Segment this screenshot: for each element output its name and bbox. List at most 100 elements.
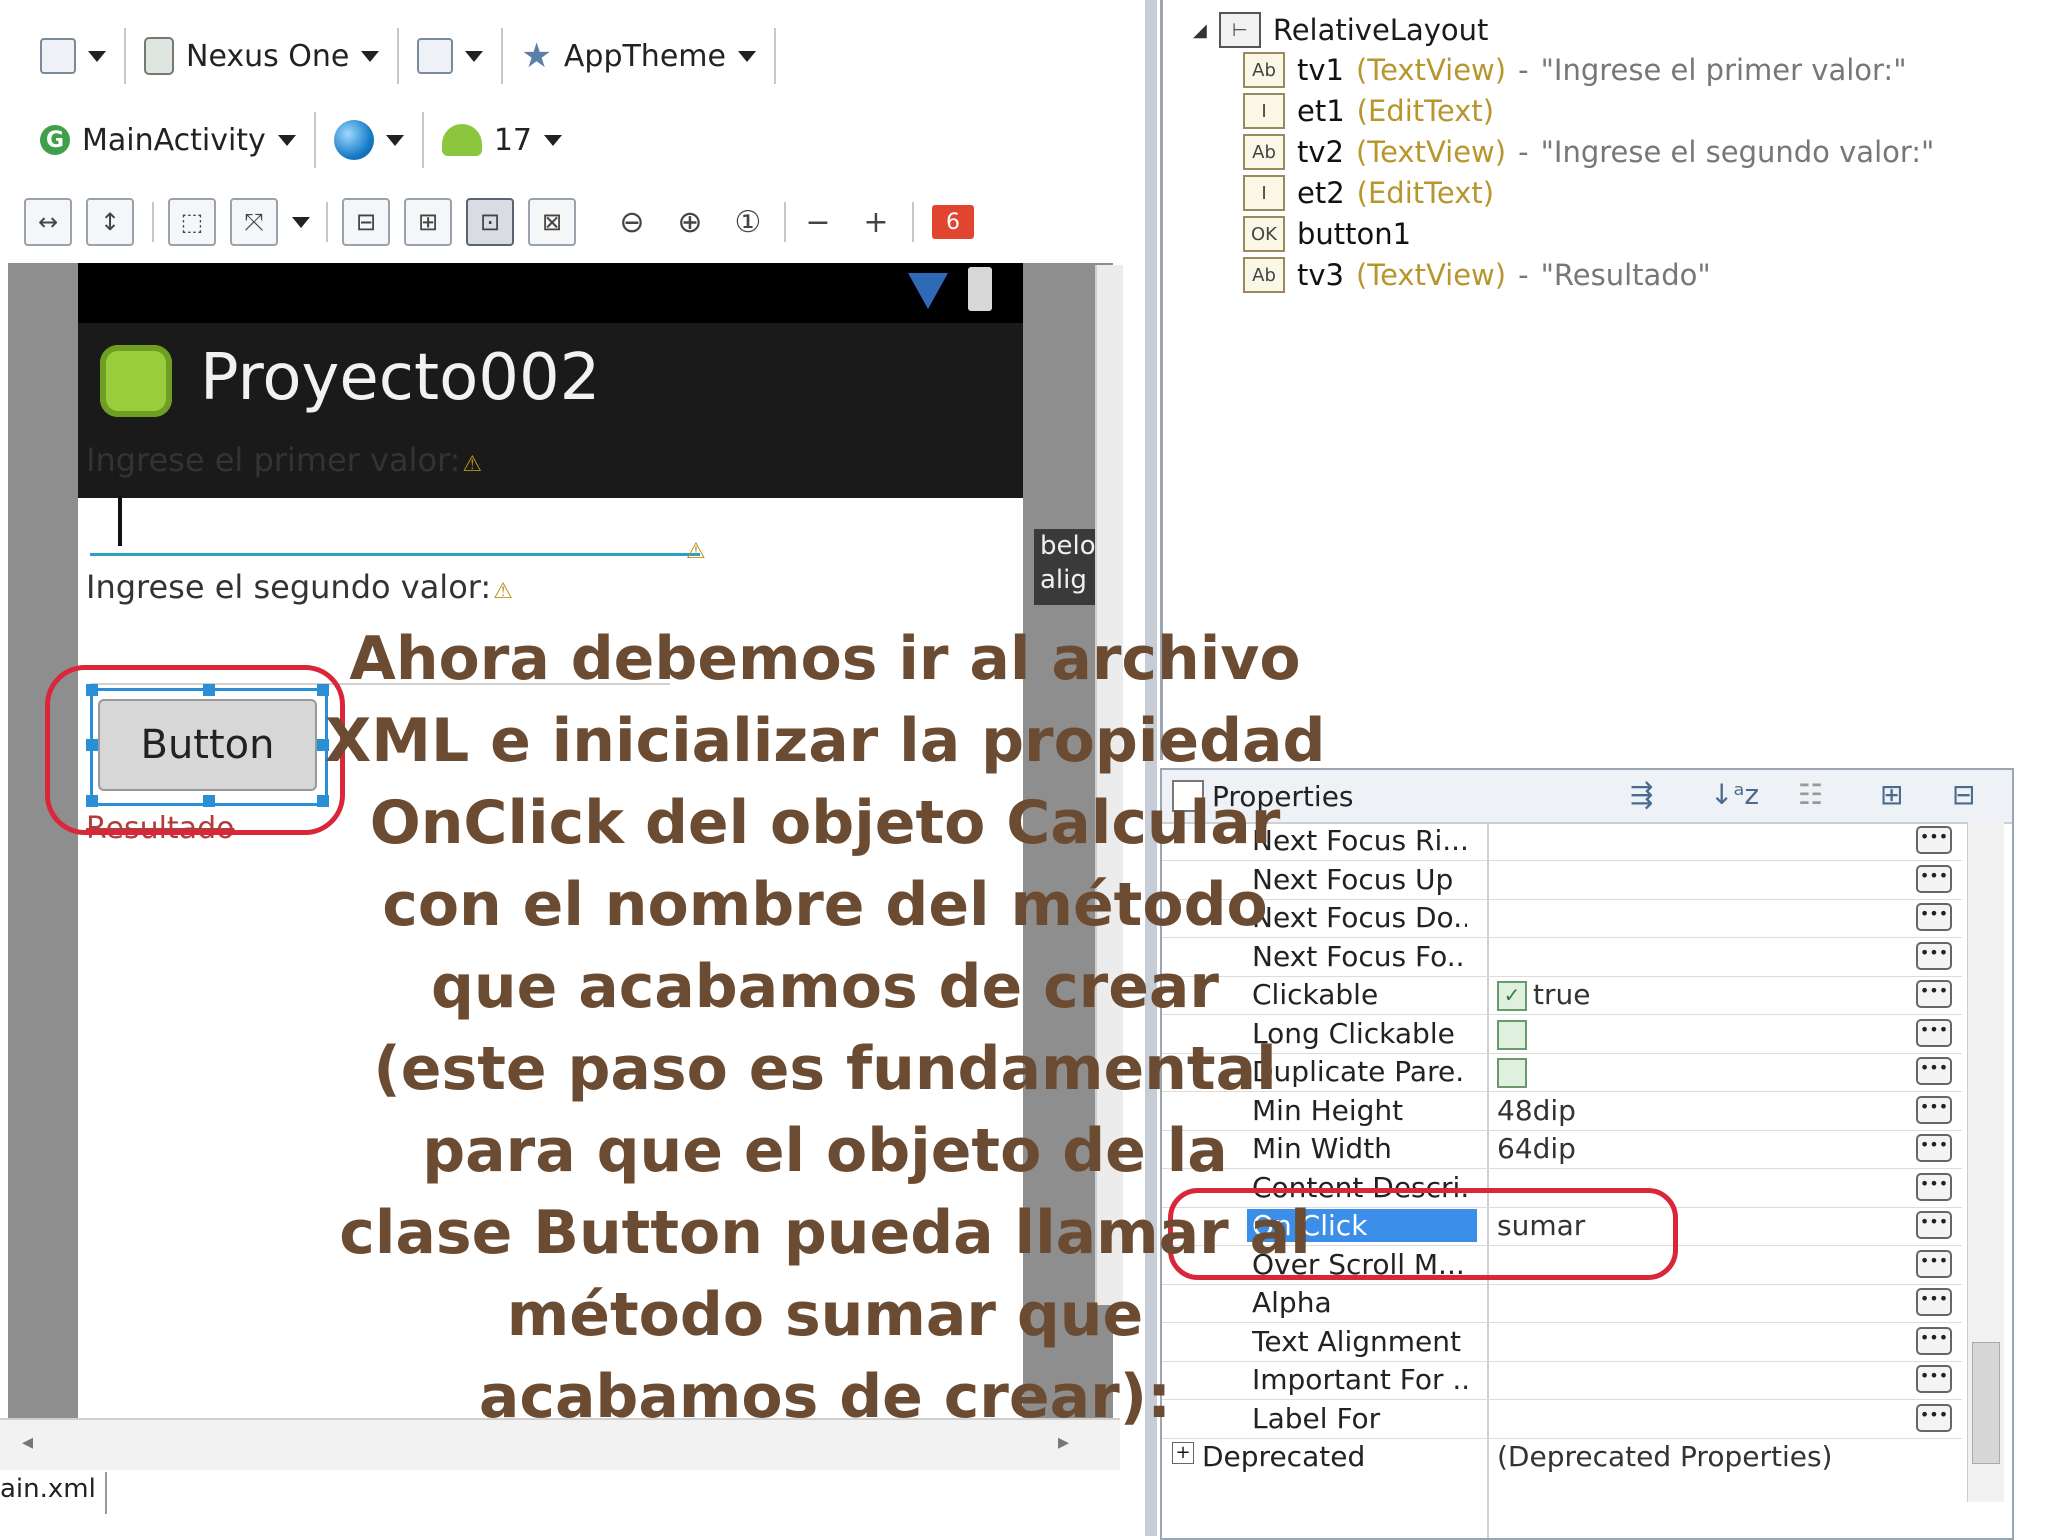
outline-item-type: (EditText) bbox=[1356, 94, 1495, 128]
orientation-dropdown[interactable] bbox=[417, 38, 484, 74]
deprecated-row[interactable]: + Deprecated (Deprecated Properties) bbox=[1162, 1438, 1962, 1476]
caption-line: con el nombre del método bbox=[382, 870, 1268, 940]
device-label: Nexus One bbox=[186, 38, 350, 74]
zoom-100-icon[interactable]: ① bbox=[726, 200, 770, 244]
fill-height-icon[interactable]: ↕ bbox=[86, 198, 134, 246]
scrollbar-thumb[interactable] bbox=[1972, 1342, 2000, 1464]
edit-text-1[interactable] bbox=[90, 553, 700, 556]
expand-all-icon[interactable]: ⊞ bbox=[1880, 778, 1903, 811]
outline-item-tv3[interactable]: Ab tv3 (TextView) - "Resultado" bbox=[1243, 257, 1711, 293]
more-icon[interactable]: ••• bbox=[1916, 1288, 1952, 1316]
rotate-icon bbox=[417, 38, 454, 74]
activity-dropdown[interactable]: G MainActivity bbox=[40, 123, 296, 158]
more-icon[interactable]: ••• bbox=[1916, 1326, 1952, 1355]
more-icon[interactable]: ••• bbox=[1916, 864, 1952, 893]
chevron-down-icon[interactable] bbox=[292, 216, 310, 228]
zoom-in-icon[interactable]: + bbox=[854, 200, 898, 244]
collapse-all-icon[interactable]: ⊟ bbox=[1952, 778, 1975, 811]
advanced-icon[interactable]: ☷ bbox=[1798, 778, 1823, 811]
caption-line: para que el objeto de la bbox=[422, 1116, 1228, 1186]
more-icon[interactable]: ••• bbox=[1916, 826, 1952, 854]
checkbox-icon[interactable] bbox=[1497, 1019, 1527, 1050]
more-icon[interactable]: ••• bbox=[1916, 941, 1952, 970]
config-dropdown[interactable] bbox=[40, 38, 106, 74]
more-icon[interactable]: ••• bbox=[1916, 1134, 1952, 1162]
warning-icon: ⚠ bbox=[686, 539, 706, 564]
toolbar-separator bbox=[421, 112, 424, 168]
more-icon[interactable]: ••• bbox=[1916, 1018, 1952, 1047]
collapse-arrow-icon[interactable]: ◢ bbox=[1193, 20, 1207, 41]
more-icon[interactable]: ••• bbox=[1916, 980, 1952, 1008]
outline-item-id: et1 bbox=[1297, 94, 1345, 128]
globe-icon bbox=[333, 120, 374, 160]
align-center-icon[interactable]: ⊞ bbox=[404, 198, 452, 246]
caption-line: Ahora debemos ir al archivo bbox=[349, 624, 1301, 694]
checkbox-checked-icon[interactable]: ✓ bbox=[1497, 981, 1527, 1011]
locale-dropdown[interactable] bbox=[333, 120, 404, 160]
caption-line: XML e inicializar la propiedad bbox=[325, 706, 1326, 776]
structure-icon[interactable]: ⊠ bbox=[528, 198, 576, 246]
property-value[interactable]: ✓ true bbox=[1497, 978, 1590, 1011]
toolbar-separator bbox=[773, 28, 776, 84]
caption-line: OnClick del objeto Calcular bbox=[369, 788, 1281, 858]
outline-item-et1[interactable]: Iet1 (EditText) bbox=[1243, 93, 1518, 129]
more-icon[interactable]: ••• bbox=[1916, 1095, 1952, 1124]
caption-line: acabamos de crear): bbox=[478, 1362, 1172, 1432]
filter-icon[interactable]: ⇶ bbox=[1630, 778, 1653, 811]
toolbar-separator bbox=[313, 112, 316, 168]
expand-icon[interactable]: + bbox=[1172, 1442, 1194, 1464]
activity-label: MainActivity bbox=[82, 122, 266, 158]
more-icon[interactable]: ••• bbox=[1916, 1057, 1952, 1085]
zoom-real-icon[interactable]: ⊕ bbox=[668, 200, 712, 244]
label-segundo-valor[interactable]: Ingrese el segundo valor:⚠ bbox=[86, 568, 513, 606]
property-value[interactable]: 48dip bbox=[1497, 1094, 1576, 1127]
more-icon[interactable]: ••• bbox=[1916, 1211, 1952, 1239]
outline-root[interactable]: ◢ ⊢ RelativeLayout bbox=[1193, 12, 1488, 48]
outline-item-separator: - bbox=[1518, 258, 1529, 292]
outline-item-et2[interactable]: Iet2 (EditText) bbox=[1243, 175, 1518, 211]
device-dropdown[interactable]: Nexus One bbox=[144, 37, 380, 75]
resize-icon[interactable]: ⤧ bbox=[230, 198, 278, 246]
layout-icon: ⊢ bbox=[1218, 12, 1261, 48]
label-primer-valor[interactable]: Ingrese el primer valor:⚠ bbox=[86, 441, 482, 479]
outline-item-separator: - bbox=[1518, 135, 1529, 169]
align-baseline-icon[interactable]: ⊟ bbox=[342, 198, 390, 246]
more-icon[interactable]: ••• bbox=[1916, 1249, 1952, 1278]
outline-item-id: et2 bbox=[1297, 176, 1345, 210]
outline-item-text: "Resultado" bbox=[1540, 258, 1711, 292]
outline-item-tv1[interactable]: Ab tv1 (TextView) - "Ingrese el primer valor… bbox=[1243, 52, 1907, 88]
app-title: Proyecto002 bbox=[200, 341, 601, 415]
star-icon: ★ bbox=[521, 36, 552, 76]
theme-dropdown[interactable]: ★ AppTheme bbox=[521, 36, 756, 76]
zoom-fit-icon[interactable]: ⊖ bbox=[610, 200, 654, 244]
margins-icon[interactable]: ⬚ bbox=[168, 198, 216, 246]
phone-icon bbox=[144, 37, 174, 75]
checkbox-icon[interactable] bbox=[1497, 1058, 1527, 1088]
more-icon[interactable]: ••• bbox=[1916, 1403, 1952, 1432]
highlight-ring-button bbox=[45, 665, 345, 835]
property-value[interactable] bbox=[1497, 1017, 1533, 1050]
more-icon[interactable]: ••• bbox=[1916, 903, 1952, 931]
android-icon bbox=[441, 124, 482, 156]
property-value[interactable]: 64dip bbox=[1497, 1132, 1576, 1165]
more-icon[interactable]: ••• bbox=[1916, 1172, 1952, 1201]
toolbar-separator bbox=[124, 28, 126, 84]
file-tab[interactable]: ain.xml bbox=[0, 1472, 107, 1514]
properties-scrollbar[interactable] bbox=[1967, 822, 2004, 1502]
zoom-out-icon[interactable]: − bbox=[796, 200, 840, 244]
outline-item-type: (TextView) bbox=[1355, 53, 1507, 87]
outline-item-button1[interactable]: OK button1 bbox=[1243, 216, 1447, 252]
layout-icon[interactable]: ⊡ bbox=[466, 198, 514, 246]
widget-icon: I bbox=[1243, 175, 1285, 211]
more-icon[interactable]: ••• bbox=[1916, 1365, 1952, 1393]
activity-icon: G bbox=[40, 125, 70, 155]
error-count-badge[interactable]: 6 bbox=[932, 205, 974, 239]
property-value[interactable] bbox=[1497, 1055, 1533, 1088]
fill-width-icon[interactable]: ↔ bbox=[24, 198, 72, 246]
sort-az-icon[interactable]: ↓ᵃz bbox=[1710, 778, 1759, 811]
battery-icon bbox=[968, 267, 992, 311]
api-level-dropdown[interactable]: 17 bbox=[441, 123, 562, 158]
widget-icon: Ab bbox=[1243, 257, 1285, 293]
outline-item-tv2[interactable]: Ab tv2 (TextView) - "Ingrese el segundo valo… bbox=[1243, 134, 1934, 170]
scroll-left-icon[interactable]: ◂ bbox=[22, 1430, 33, 1455]
